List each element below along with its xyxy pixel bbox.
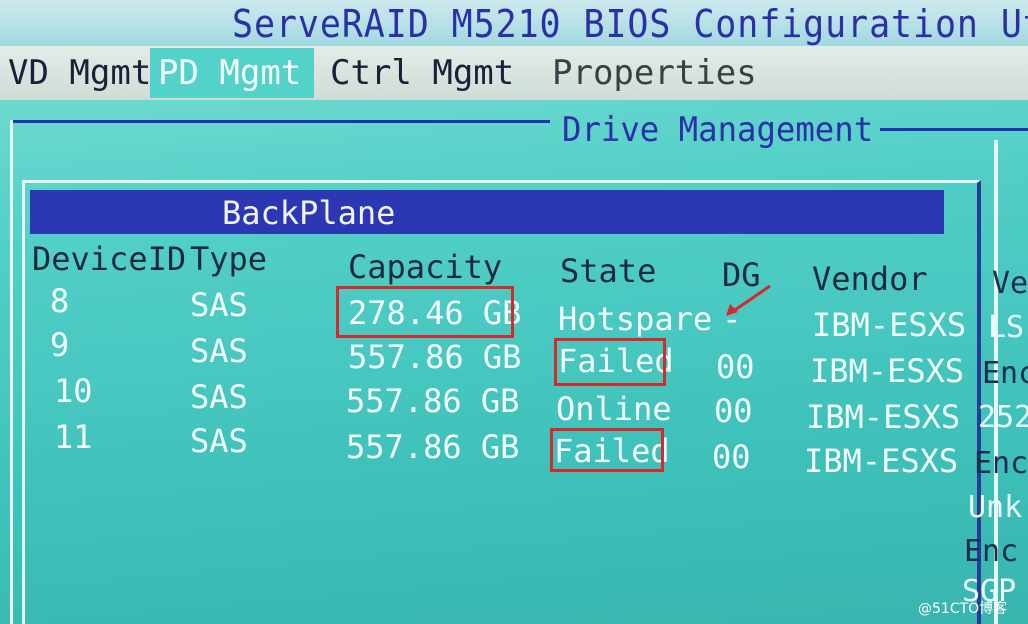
col-header-capacity: Capacity	[348, 248, 503, 286]
col-header-type: Type	[190, 240, 268, 278]
right-fragment-1: LS	[988, 310, 1025, 345]
backplane-title: BackPlane	[222, 194, 396, 232]
row2-capacity[interactable]: 557.86 GB	[346, 382, 519, 420]
bios-screen: ServeRAID M5210 BIOS Configuration Utili…	[0, 0, 1028, 624]
highlight-box-failed-row3	[550, 428, 664, 472]
row3-type[interactable]: SAS	[190, 422, 248, 460]
row1-dg[interactable]: 00	[716, 348, 755, 386]
col-header-state: State	[560, 252, 657, 290]
app-title: ServeRAID M5210 BIOS Configuration Utili…	[232, 2, 1028, 46]
highlight-box-capacity	[336, 286, 514, 338]
section-title: Drive Management	[562, 110, 874, 150]
right-fragment-4: Enc	[974, 446, 1028, 481]
row2-dg[interactable]: 00	[714, 392, 753, 430]
row1-capacity[interactable]: 557.86 GB	[348, 338, 521, 376]
title-bar: ServeRAID M5210 BIOS Configuration Utili…	[0, 0, 1028, 46]
right-fragment-3: 252	[978, 400, 1028, 435]
row1-vendor[interactable]: IBM-ESXS	[810, 352, 964, 390]
right-fragment-0: Ve	[992, 266, 1028, 301]
right-fragment-5: Unk	[968, 490, 1023, 525]
annotation-arrow-icon	[726, 284, 771, 316]
watermark: @51CTO博客	[918, 601, 1008, 617]
frame-top-right	[880, 128, 1028, 131]
row2-type[interactable]: SAS	[190, 378, 248, 416]
row3-dg[interactable]: 00	[712, 438, 751, 476]
tab-ctrl-mgmt[interactable]: Ctrl Mgmt	[322, 48, 522, 98]
row0-deviceid[interactable]: 8	[50, 282, 69, 320]
row3-vendor[interactable]: IBM-ESXS	[804, 442, 958, 480]
row1-type[interactable]: SAS	[190, 332, 248, 370]
row2-deviceid[interactable]: 10	[54, 372, 93, 410]
row0-state[interactable]: Hotspare	[558, 300, 712, 338]
col-header-vendor: Vendor	[812, 260, 928, 298]
right-fragment-6: Enc	[964, 534, 1019, 569]
right-fragment-2: Enc	[982, 356, 1028, 391]
row2-vendor[interactable]: IBM-ESXS	[806, 398, 960, 436]
row0-vendor[interactable]: IBM-ESXS	[812, 306, 966, 344]
tab-pd-mgmt[interactable]: PD Mgmt	[150, 48, 314, 98]
frame-left	[10, 120, 13, 624]
row3-deviceid[interactable]: 11	[54, 418, 93, 456]
frame-top-left	[10, 120, 550, 123]
row0-type[interactable]: SAS	[190, 286, 248, 324]
row1-deviceid[interactable]: 9	[50, 326, 69, 364]
row3-capacity[interactable]: 557.86 GB	[346, 428, 519, 466]
backplane-header	[30, 190, 944, 234]
tab-vd-mgmt[interactable]: VD Mgmt	[0, 48, 159, 98]
col-header-deviceid: DeviceID	[32, 240, 187, 278]
row2-state[interactable]: Online	[556, 390, 672, 428]
tab-properties[interactable]: Properties	[544, 48, 765, 98]
highlight-box-failed-row1	[554, 338, 666, 386]
